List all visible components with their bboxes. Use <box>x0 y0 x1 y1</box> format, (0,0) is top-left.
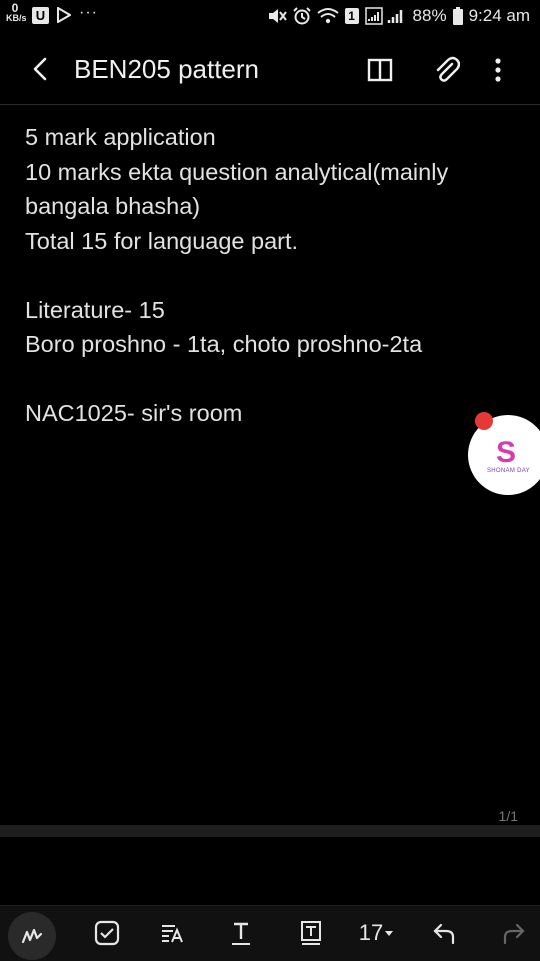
text-box-icon <box>301 921 321 945</box>
wifi-icon <box>316 8 339 24</box>
handwriting-button[interactable] <box>8 912 56 960</box>
undo-button[interactable] <box>430 918 460 948</box>
u-app-icon: U <box>32 7 49 24</box>
checkbox-icon <box>94 920 120 946</box>
bottom-toolbar: 17 <box>0 905 540 961</box>
note-toolbar: BEN205 pattern <box>0 36 540 105</box>
more-options-icon[interactable] <box>484 56 512 84</box>
note-blank-line <box>25 258 515 293</box>
note-line: bangala bhasha) <box>25 193 201 219</box>
status-left: 0 KB/s U ··· <box>6 2 98 24</box>
status-bar: 0 KB/s U ··· 1 88% 9:24 am <box>0 0 540 34</box>
sim-icon: 1 <box>344 8 359 24</box>
page-indicator: 1/1 <box>498 808 518 824</box>
battery-icon <box>452 7 463 25</box>
attach-icon[interactable] <box>432 56 460 84</box>
note-title: BEN205 pattern <box>74 54 260 84</box>
undo-icon <box>433 923 455 945</box>
note-line: 5 mark application <box>25 124 216 150</box>
font-size-select[interactable]: 17 <box>354 918 400 948</box>
font-size-value: 17 <box>358 920 384 945</box>
redo-button[interactable] <box>498 918 528 948</box>
paragraph-format-button[interactable] <box>158 918 188 948</box>
paragraph-format-icon <box>162 925 183 943</box>
clock: 9:24 am <box>468 6 530 25</box>
status-right: 1 88% 9:24 am <box>267 6 530 26</box>
network-speed: 0 KB/s <box>6 2 27 23</box>
bubble-logo: S <box>496 436 517 469</box>
play-store-icon <box>57 7 71 23</box>
alarm-icon <box>292 7 311 25</box>
note-line: NAC1025- sir's room <box>25 400 243 426</box>
bubble-caption: SHONAM DAY <box>487 468 530 474</box>
handwriting-icon <box>21 928 43 944</box>
notification-badge <box>475 412 493 430</box>
divider-bar <box>0 825 540 837</box>
redo-icon <box>503 923 525 945</box>
text-box-button[interactable] <box>296 918 326 948</box>
note-blank-line <box>25 362 515 397</box>
note-line: 10 marks ekta question analytical(mainly <box>25 158 449 185</box>
note-body[interactable]: 5 mark application 10 marks ekta questio… <box>25 120 515 431</box>
note-line: Boro proshno - 1ta, choto proshno-2ta <box>25 331 423 357</box>
more-notifications-icon: ··· <box>79 4 98 21</box>
network-speed-unit: KB/s <box>6 13 27 23</box>
note-line: Total 15 for language part. <box>25 227 299 254</box>
mute-icon <box>268 9 287 23</box>
note-line: Literature- 15 <box>25 296 165 323</box>
text-style-button[interactable] <box>226 918 256 948</box>
reading-mode-icon[interactable] <box>366 56 394 84</box>
back-icon[interactable] <box>26 54 56 84</box>
dropdown-icon <box>385 931 394 936</box>
text-underline-icon <box>232 922 250 945</box>
battery-percent: 88% <box>412 6 447 25</box>
checkbox-button[interactable] <box>92 918 122 948</box>
signal-icon <box>364 7 402 25</box>
